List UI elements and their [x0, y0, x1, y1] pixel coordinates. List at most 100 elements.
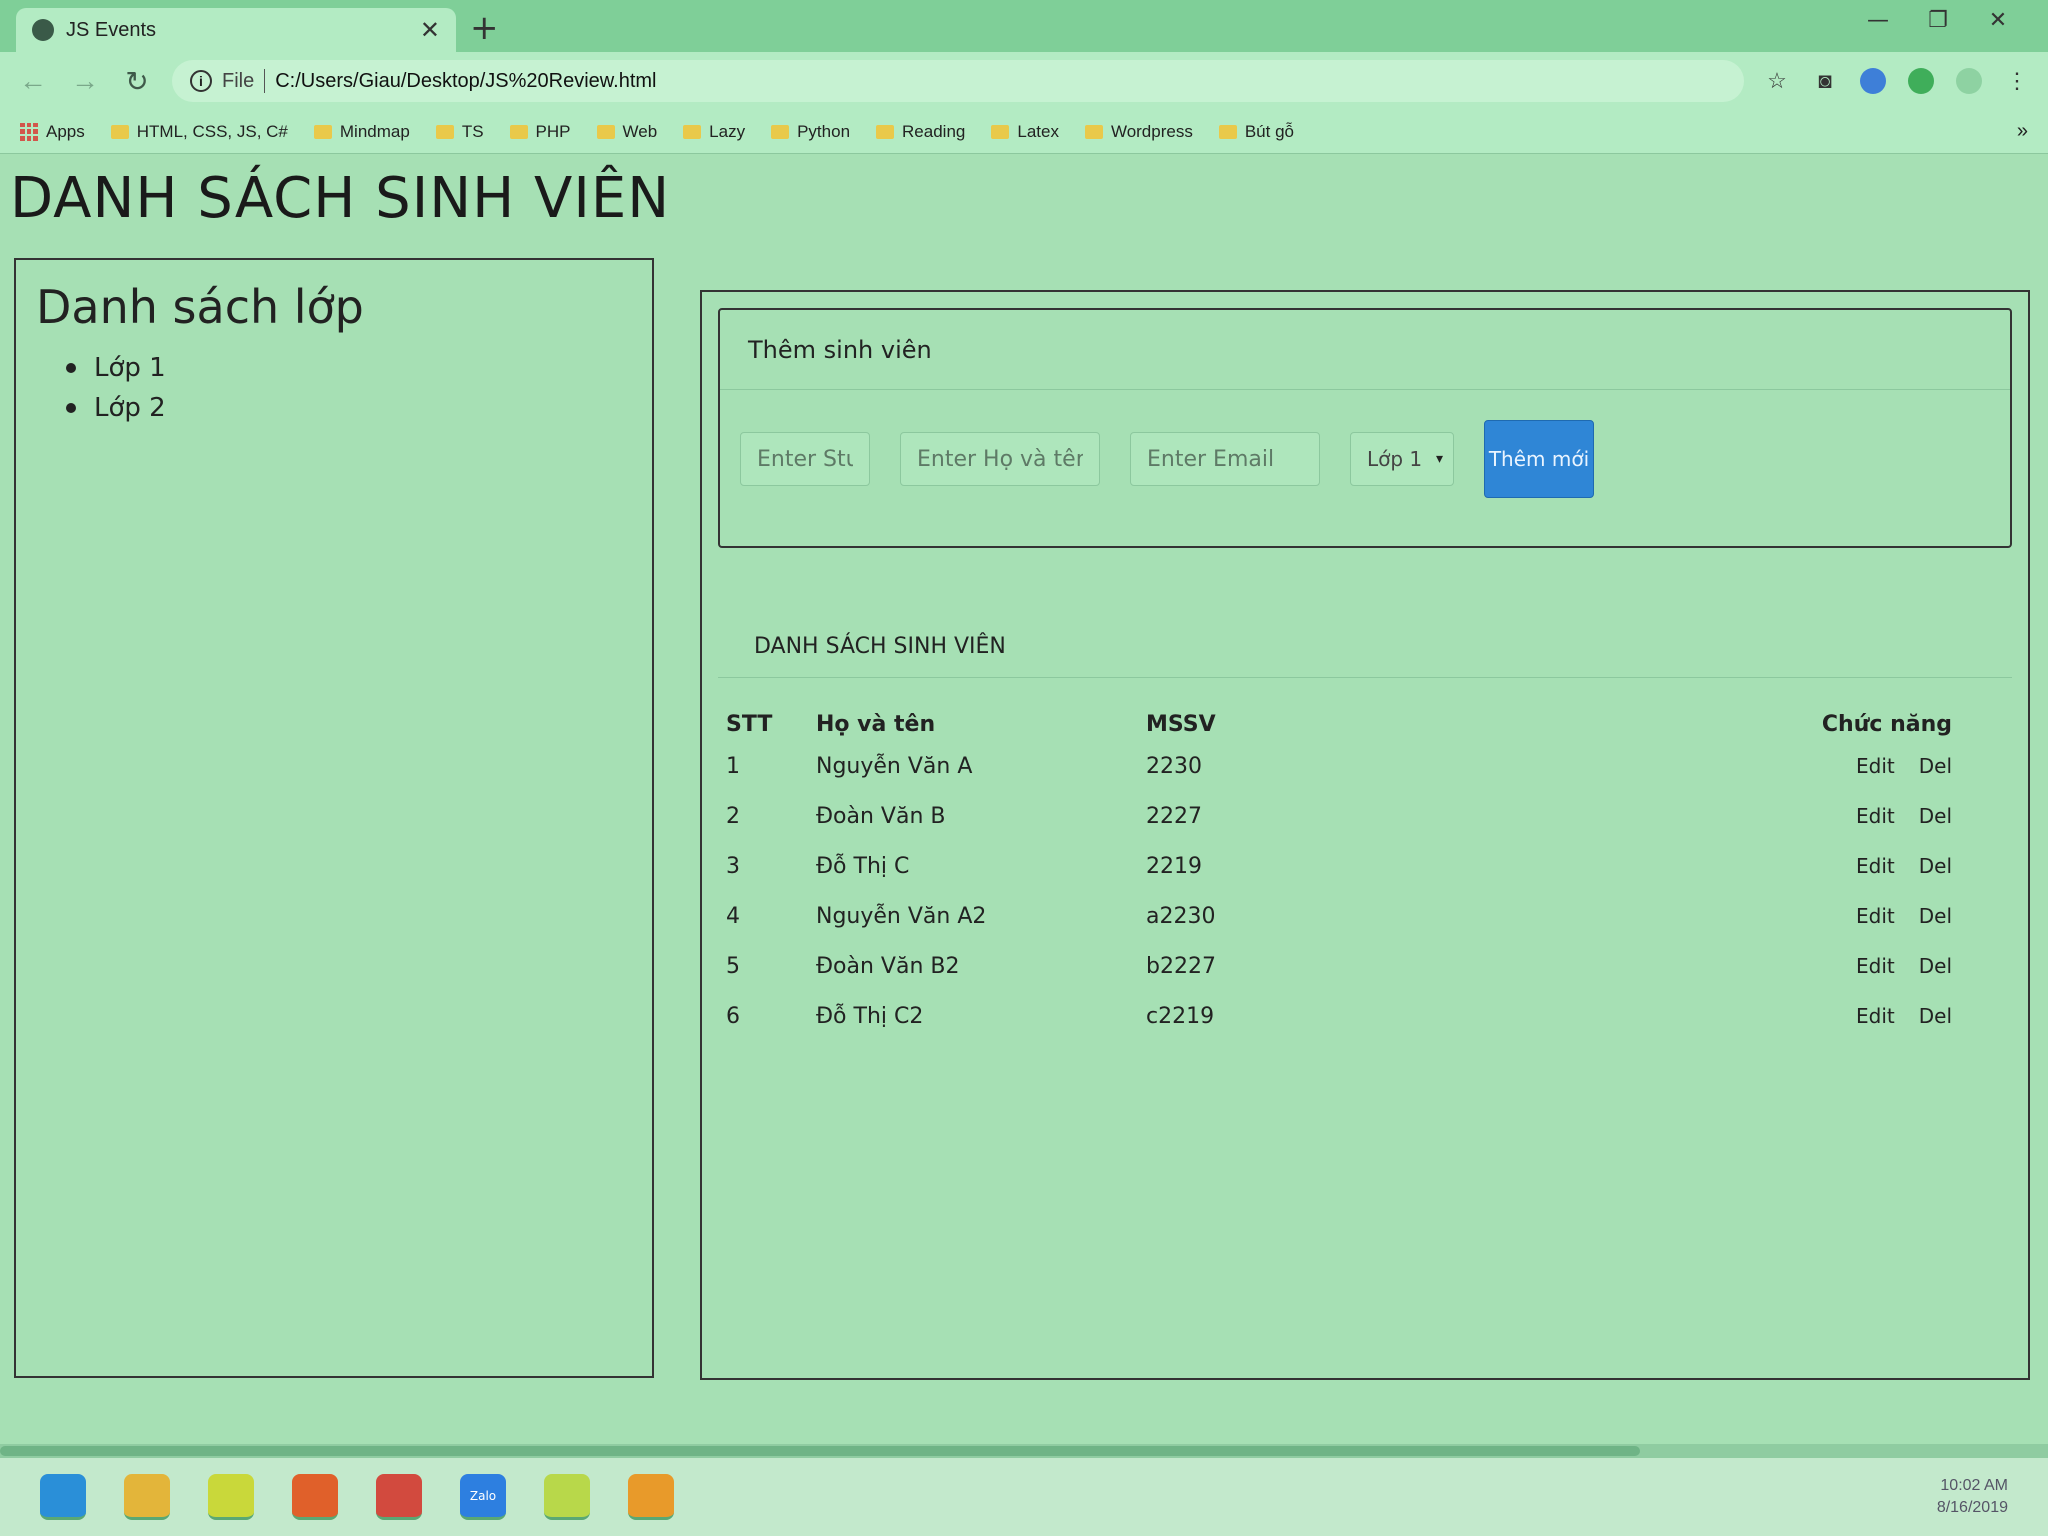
- add-student-button[interactable]: Thêm mới: [1484, 420, 1594, 498]
- close-tab-icon[interactable]: ✕: [420, 16, 440, 45]
- table-row: 3 Đỗ Thị C 2219 Edit Del: [718, 841, 2012, 891]
- info-icon[interactable]: i: [190, 70, 212, 92]
- folder-icon: [313, 124, 332, 139]
- delete-button[interactable]: Del: [1919, 804, 1952, 828]
- cell-name: Nguyễn Văn A2: [816, 903, 987, 929]
- forward-arrow-icon[interactable]: →: [68, 65, 102, 97]
- clock-time: 10:02 AM: [1940, 1477, 2008, 1494]
- table-row: 6 Đỗ Thị C2 c2219 Edit Del: [718, 991, 2012, 1041]
- class-select[interactable]: Lớp 1 ▾: [1350, 432, 1454, 486]
- bookmark-star-icon[interactable]: ☆: [1762, 66, 1792, 96]
- bookmark-label: Apps: [46, 121, 85, 141]
- bookmark-label: HTML, CSS, JS, C#: [136, 121, 288, 141]
- cell-name: Đỗ Thị C: [816, 853, 910, 879]
- cell-actions: Edit Del: [1438, 891, 2012, 941]
- minimize-icon[interactable]: —: [1848, 8, 1908, 33]
- zalo-label: Zalo: [469, 1488, 497, 1503]
- cell-name: Nguyễn Văn A: [816, 753, 973, 779]
- bookmark-folder[interactable]: TS: [435, 122, 484, 142]
- bookmark-folder[interactable]: Latex: [991, 122, 1059, 142]
- page-viewport: DANH SÁCH SINH VIÊN Danh sách lớp Lớp 1 …: [0, 154, 2048, 1458]
- green-extension-icon[interactable]: [1906, 66, 1936, 96]
- delete-button[interactable]: Del: [1919, 904, 1952, 928]
- bookmarks-overflow-button[interactable]: »: [2017, 120, 2028, 143]
- profile-extension-icon[interactable]: [1954, 66, 1984, 96]
- class-item[interactable]: Lớp 2: [66, 388, 632, 428]
- table-header-row: STT Họ và tên MSSV Chức năng: [718, 706, 2012, 741]
- bookmark-folder[interactable]: HTML, CSS, JS, C#: [110, 121, 288, 142]
- folder-icon: [876, 124, 895, 139]
- class-item[interactable]: Lớp 1: [66, 348, 632, 388]
- edit-button[interactable]: Edit: [1856, 954, 1895, 978]
- bookmark-label: Mindmap: [339, 121, 410, 141]
- folder-icon: [509, 124, 528, 139]
- cell-stt: 1: [726, 753, 740, 779]
- translate-extension-icon[interactable]: [1858, 66, 1888, 96]
- bookmark-label: Reading: [902, 121, 966, 141]
- apps-grid-icon: [20, 122, 38, 141]
- browser-toolbar: ← → ↻ i File C:/Users/Giau/Desktop/JS%20…: [0, 52, 2048, 110]
- bookmark-label: Python: [797, 121, 851, 141]
- delete-button[interactable]: Del: [1919, 854, 1952, 878]
- reload-icon[interactable]: ↻: [120, 65, 154, 98]
- bookmark-label: Web: [622, 121, 658, 141]
- clock-date: 8/16/2019: [1936, 1499, 2008, 1516]
- cell-stt: 2: [726, 803, 740, 829]
- scrollbar-thumb[interactable]: [0, 1446, 1640, 1456]
- window-close-icon[interactable]: ✕: [1968, 8, 2028, 33]
- firefox-icon[interactable]: [292, 1474, 338, 1520]
- edit-button[interactable]: Edit: [1856, 854, 1895, 878]
- system-clock[interactable]: 10:02 AM 8/16/2019: [1937, 1475, 2008, 1519]
- chrome-icon[interactable]: [376, 1474, 422, 1520]
- folder-icon: [771, 124, 790, 139]
- class-list: Lớp 1 Lớp 2: [36, 348, 632, 428]
- bookmark-folder[interactable]: Mindmap: [313, 121, 410, 142]
- delete-button[interactable]: Del: [1919, 1004, 1952, 1028]
- bookmark-folder[interactable]: Reading: [876, 122, 965, 142]
- bookmark-apps[interactable]: Apps: [20, 122, 85, 142]
- edge-icon[interactable]: [40, 1474, 86, 1520]
- cell-actions: Edit Del: [1438, 741, 2012, 791]
- browser-tab[interactable]: JS Events ✕: [16, 8, 456, 52]
- edit-button[interactable]: Edit: [1856, 754, 1895, 778]
- table-row: 5 Đoàn Văn B2 b2227 Edit Del: [718, 941, 2012, 991]
- bookmark-folder[interactable]: PHP: [509, 122, 571, 142]
- folder-icon: [683, 124, 702, 139]
- maximize-icon[interactable]: ❐: [1908, 8, 1968, 33]
- bookmark-folder[interactable]: Web: [596, 121, 658, 142]
- bookmark-folder[interactable]: Lazy: [683, 122, 745, 142]
- menu-kebab-icon[interactable]: ⋮: [2002, 66, 2032, 96]
- cell-name: Đỗ Thị C2: [816, 1003, 924, 1029]
- student-list-header: DANH SÁCH SINH VIÊN: [718, 578, 2012, 678]
- email-input[interactable]: [1130, 432, 1320, 486]
- add-student-card: Thêm sinh viên Lớp 1 ▾ Thêm mới: [718, 308, 2012, 548]
- student-id-input[interactable]: [740, 432, 870, 486]
- zalo-icon[interactable]: Zalo: [460, 1474, 506, 1520]
- delete-button[interactable]: Del: [1919, 754, 1952, 778]
- folder-icon: [110, 124, 129, 139]
- bookmark-label: Wordpress: [1110, 121, 1193, 141]
- add-student-header: Thêm sinh viên: [720, 310, 2010, 390]
- cell-name: Đoàn Văn B: [816, 803, 946, 829]
- bookmark-folder[interactable]: Wordpress: [1084, 121, 1193, 142]
- horizontal-scrollbar[interactable]: [0, 1444, 2048, 1458]
- screenshot-extension-icon[interactable]: ◙: [1810, 66, 1840, 96]
- notepad-icon[interactable]: [544, 1474, 590, 1520]
- url-text: C:/Users/Giau/Desktop/JS%20Review.html: [275, 69, 657, 92]
- edit-button[interactable]: Edit: [1856, 1004, 1895, 1028]
- sticky-notes-icon[interactable]: [208, 1474, 254, 1520]
- full-name-input[interactable]: [900, 432, 1100, 486]
- sidebar-heading: Danh sách lớp: [36, 280, 364, 334]
- address-bar[interactable]: i File C:/Users/Giau/Desktop/JS%20Review…: [172, 60, 1744, 102]
- delete-button[interactable]: Del: [1919, 954, 1952, 978]
- sublime-icon[interactable]: [628, 1474, 674, 1520]
- new-tab-button[interactable]: +: [470, 10, 499, 46]
- edit-button[interactable]: Edit: [1856, 904, 1895, 928]
- bookmark-folder[interactable]: Python: [771, 122, 850, 142]
- url-scheme: File: [222, 69, 255, 92]
- file-explorer-icon[interactable]: [124, 1474, 170, 1520]
- class-sidebar: Danh sách lớp Lớp 1 Lớp 2: [14, 258, 654, 1378]
- edit-button[interactable]: Edit: [1856, 804, 1895, 828]
- back-arrow-icon[interactable]: ←: [16, 65, 50, 97]
- bookmark-folder[interactable]: Bút gỗ: [1218, 122, 1294, 142]
